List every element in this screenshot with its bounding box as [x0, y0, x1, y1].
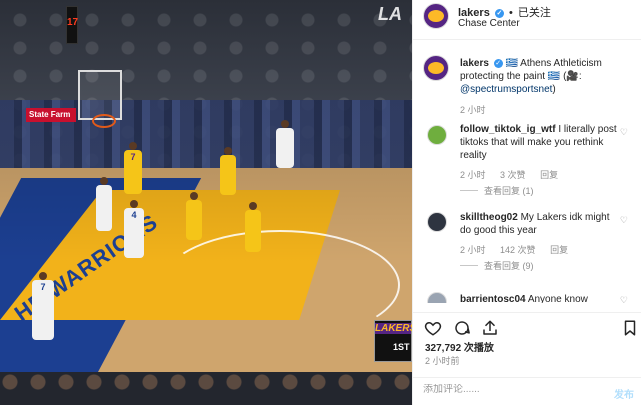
view-replies-label: 查看回复 (9): [484, 261, 534, 271]
three-point-arc: [160, 230, 400, 340]
comment-reply-button[interactable]: 回复: [550, 245, 568, 255]
comment-username[interactable]: follow_tiktok_ig_wtf: [460, 124, 556, 135]
comment-like-heart-icon[interactable]: ♡: [620, 127, 628, 138]
commenter-avatar[interactable]: [427, 212, 447, 232]
comment-likes[interactable]: 142 次赞: [500, 245, 536, 255]
player-lakers-7: 7: [124, 142, 142, 194]
add-comment-bar: 发布: [413, 377, 641, 405]
instagram-post-view: HE WARRIORS State Farm 17 LA 7 4 7 LAKER…: [0, 0, 641, 405]
caption-text: lakers ✓ 🇬🇷 Athens Athleticism protectin…: [460, 57, 618, 96]
share-icon[interactable]: [481, 319, 499, 337]
comment-like-heart-icon[interactable]: ♡: [620, 215, 628, 226]
comment-body: Anyone know: [527, 294, 588, 303]
save-bookmark-icon[interactable]: [621, 319, 639, 337]
post-video[interactable]: HE WARRIORS State Farm 17 LA 7 4 7 LAKER…: [0, 0, 412, 405]
caption-emoji: 🇬🇷 (🎥:: [547, 71, 582, 82]
comment-icon[interactable]: [453, 319, 471, 337]
post-comment-button[interactable]: 发布: [614, 386, 634, 401]
shot-clock: 17: [66, 6, 78, 44]
location-link[interactable]: Chase Center: [458, 18, 520, 29]
comment-username[interactable]: barrientosc04: [460, 294, 526, 303]
action-bar: [413, 312, 641, 340]
comment-username[interactable]: skilltheog02: [460, 212, 518, 223]
commenter-avatar[interactable]: [427, 292, 447, 303]
comment-like-heart-icon[interactable]: ♡: [620, 295, 628, 303]
comment-text: skilltheog02 My Lakers idk might do good…: [460, 211, 618, 237]
lakers-avatar[interactable]: [423, 55, 449, 81]
player-warriors: [276, 120, 294, 168]
lakers-watermark-icon: LA: [378, 4, 402, 24]
comment-time: 2 小时: [460, 170, 486, 180]
caption-username[interactable]: lakers: [460, 58, 489, 69]
comment-likes[interactable]: 3 次赞: [500, 170, 526, 180]
caption-close-paren: ): [552, 84, 556, 95]
add-comment-input[interactable]: [423, 384, 593, 395]
player-lakers: [220, 147, 236, 195]
comment-text: follow_tiktok_ig_wtf I literally post ti…: [460, 123, 618, 162]
basket-rim: [92, 114, 116, 128]
player-warriors-4: 4: [124, 200, 144, 258]
view-replies-button[interactable]: 查看回复 (1): [460, 184, 534, 197]
view-replies-button[interactable]: 查看回复 (9): [460, 259, 534, 272]
comment-time: 2 小时: [460, 245, 486, 255]
caption-time: 2 小时: [460, 105, 486, 115]
post-timestamp: 2 小时前: [425, 356, 460, 366]
like-heart-icon[interactable]: [424, 319, 442, 337]
comment-text: barrientosc04 Anyone know: [460, 293, 618, 303]
verified-badge-icon: ✓: [494, 9, 504, 18]
sponsor-sign: State Farm: [26, 108, 76, 122]
view-replies-label: 查看回复 (1): [484, 186, 534, 196]
lakers-avatar[interactable]: [423, 3, 449, 29]
commenter-avatar[interactable]: [427, 125, 447, 145]
scorebug-period: 1ST: [393, 342, 410, 352]
player-lakers: [245, 202, 261, 252]
scorebug: LAKERS 1ST: [374, 320, 412, 362]
shot-clock-value: 17: [67, 17, 79, 28]
post-side-panel: lakers ✓ • 已关注 Chase Center lakers ✓ 🇬🇷 …: [412, 0, 641, 405]
caption-flag: 🇬🇷: [505, 58, 518, 69]
player-warriors-7: 7: [32, 272, 54, 340]
courtside-fans: [0, 372, 412, 405]
backboard: [78, 70, 122, 120]
following-button[interactable]: 已关注: [518, 7, 551, 19]
caption-mention-link[interactable]: @spectrumsportsnet: [460, 84, 552, 95]
comment-meta: 2 小时 3 次赞 回复: [460, 168, 570, 181]
scorebug-logo: LAKERS: [375, 323, 412, 334]
player-lakers: [186, 192, 202, 240]
comment-reply-button[interactable]: 回复: [540, 170, 558, 180]
comments-list[interactable]: lakers ✓ 🇬🇷 Athens Athleticism protectin…: [413, 41, 641, 303]
comment-meta: 2 小时 142 次赞 回复: [460, 243, 580, 256]
post-header: lakers ✓ • 已关注 Chase Center: [413, 0, 641, 40]
view-count[interactable]: 327,792 次播放: [425, 339, 494, 354]
player-warriors: [96, 177, 112, 231]
verified-badge-icon: ✓: [493, 59, 503, 68]
